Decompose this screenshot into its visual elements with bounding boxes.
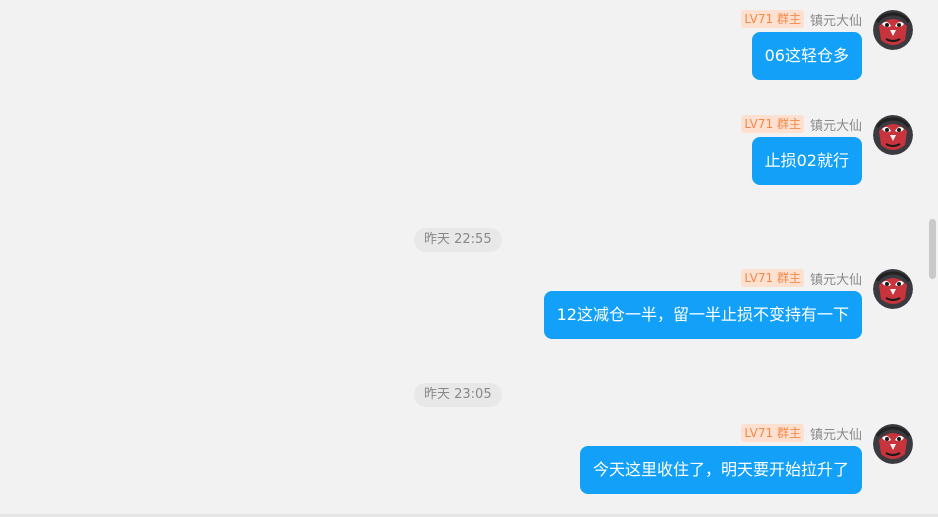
sender-name[interactable]: 镇元大仙	[810, 10, 862, 29]
opera-mask-avatar-icon[interactable]	[873, 269, 913, 309]
message-meta: LV71 群主 镇元大仙	[741, 9, 862, 29]
level-badge: LV71 群主	[741, 424, 804, 442]
message-meta: LV71 群主 镇元大仙	[741, 268, 862, 288]
message-bubble[interactable]: 今天这里收住了，明天要开始拉升了	[579, 446, 862, 494]
sender-name[interactable]: 镇元大仙	[810, 424, 862, 443]
message-bubble[interactable]: 12这减仓一半，留一半止损不变持有一下	[543, 291, 862, 339]
message-item: LV71 群主 镇元大仙 12这减仓一半，留一半止损不变持有一下	[502, 268, 862, 340]
level-badge: LV71 群主	[741, 10, 804, 28]
message-item: LV71 群主 镇元大仙 今天这里收住了，明天要开始拉升了	[532, 423, 862, 495]
message-item: LV71 群主 镇元大仙 止损02就行	[662, 114, 862, 186]
message-bubble[interactable]: 止损02就行	[751, 137, 862, 185]
opera-mask-avatar-icon[interactable]	[873, 115, 913, 155]
message-timestamp: 昨天 22:55	[414, 228, 502, 252]
sender-name[interactable]: 镇元大仙	[810, 269, 862, 288]
sender-name[interactable]: 镇元大仙	[810, 115, 862, 134]
scrollbar-thumb[interactable]	[929, 219, 936, 279]
level-badge: LV71 群主	[741, 269, 804, 287]
level-badge: LV71 群主	[741, 115, 804, 133]
message-timestamp: 昨天 23:05	[414, 383, 502, 407]
message-meta: LV71 群主 镇元大仙	[741, 423, 862, 443]
chat-panel: LV71 群主 镇元大仙 06这轻仓多 LV71 群主 镇元大仙 止损02就行	[0, 0, 938, 517]
message-meta: LV71 群主 镇元大仙	[741, 114, 862, 134]
message-item: LV71 群主 镇元大仙 06这轻仓多	[662, 9, 862, 81]
opera-mask-avatar-icon[interactable]	[873, 424, 913, 464]
message-bubble[interactable]: 06这轻仓多	[751, 32, 862, 80]
opera-mask-avatar-icon[interactable]	[873, 10, 913, 50]
